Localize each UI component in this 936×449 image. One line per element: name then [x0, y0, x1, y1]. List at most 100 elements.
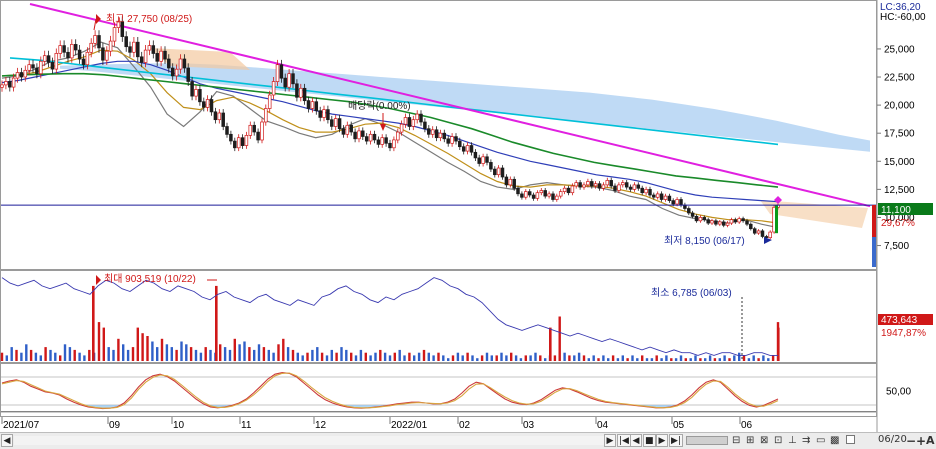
candle-body — [132, 41, 136, 53]
volume-bar — [219, 344, 222, 361]
volume-bar — [248, 347, 251, 361]
play-forward-button[interactable]: ▶ — [656, 434, 668, 447]
zoom-in-range-icon[interactable]: ⊞ — [746, 435, 754, 447]
candle-body — [229, 133, 233, 142]
volume-bar — [587, 358, 590, 361]
grid-tool-icon[interactable]: ▩ — [830, 435, 839, 447]
candle-body — [39, 60, 43, 75]
candle-body — [345, 124, 350, 135]
candle-body — [520, 193, 524, 198]
candle-body — [667, 195, 672, 201]
volume-bar — [277, 344, 280, 361]
candle-body — [283, 77, 287, 88]
volume-bar — [272, 352, 275, 361]
volume-bar — [505, 355, 508, 361]
candle-body — [601, 184, 606, 189]
candle-body — [190, 81, 194, 97]
x-tick-label: 06 — [741, 420, 753, 431]
candle-body — [586, 181, 590, 186]
candle-body — [15, 72, 20, 79]
candle-body — [714, 220, 718, 225]
scroll-track[interactable] — [14, 436, 604, 445]
fit-range-icon[interactable]: ⊡ — [774, 435, 782, 447]
candle-body — [260, 121, 264, 141]
volume-bar — [427, 352, 430, 361]
option-checkbox[interactable] — [846, 435, 855, 444]
candle-body — [302, 87, 307, 102]
candle-body — [504, 176, 509, 186]
candle-body — [182, 58, 187, 69]
candle-body — [333, 118, 338, 127]
candle-body — [0, 84, 4, 88]
volume-bar — [670, 358, 673, 361]
volume-bar — [534, 352, 537, 361]
cursor-tool-icon[interactable]: ⊥ — [788, 435, 797, 447]
volume-bar — [728, 358, 731, 361]
stop-button[interactable]: ■ — [643, 434, 656, 447]
y-tick-label: 25,000 — [884, 44, 915, 55]
candle-body — [687, 208, 691, 214]
box-tool-icon[interactable]: ▭ — [816, 435, 825, 447]
volume-bar — [340, 347, 343, 361]
scroll-left-button[interactable]: ◀ — [1, 434, 13, 447]
y-tick-label: 15,000 — [884, 157, 915, 168]
candle-body — [566, 187, 571, 194]
jump-end-button[interactable]: ▶| — [669, 434, 683, 447]
candle-body — [729, 219, 734, 224]
zoom-out-range-icon[interactable]: ⊟ — [732, 435, 740, 447]
volume-bar — [747, 358, 751, 361]
scroll-right-button[interactable]: ▶ — [604, 434, 616, 447]
candle-body — [361, 130, 365, 137]
volume-bar — [568, 355, 571, 361]
candle-body — [516, 187, 520, 195]
candle-body — [23, 69, 28, 78]
jump-start-button[interactable]: |◀ — [617, 434, 631, 447]
stock-chart[interactable]: 2021/07 09 10 11 12 2022/01 02 03 04 05 06 25,000 22… — [0, 0, 936, 449]
volume-bar — [393, 352, 396, 361]
volume-bar — [660, 358, 663, 361]
candle-body — [314, 101, 319, 112]
volume-bar — [44, 347, 47, 361]
play-back-button[interactable]: ◀ — [630, 434, 642, 447]
volume-bar — [146, 336, 149, 361]
volume-bar — [388, 355, 392, 361]
expand-tool-icon[interactable]: ⇉ — [802, 435, 810, 447]
y-tick-label: 12,500 — [884, 185, 915, 196]
volume-bar — [422, 349, 426, 361]
zoom-plus-button[interactable]: + — [916, 435, 926, 447]
candle-body — [275, 64, 280, 82]
volume-bar — [767, 358, 770, 361]
volume-bar — [354, 355, 358, 361]
candle-body — [632, 184, 637, 190]
candle-body — [539, 190, 544, 194]
candle-body — [11, 77, 16, 88]
time-scrollbar[interactable]: ◀ ▶ |◀ ◀ ■ ▶ ▶| ⊟ ⊞ ⊠ ⊡ ⊥ ⇉ ▭ ▩ 06/20 − … — [0, 432, 936, 449]
volume-bar — [34, 352, 38, 361]
volume-bar — [209, 349, 212, 361]
volume-bar — [253, 349, 256, 361]
candle-body — [423, 121, 427, 130]
reset-range-icon[interactable]: ⊠ — [760, 435, 768, 447]
zoom-minus-button[interactable]: − — [906, 435, 916, 447]
candle-body — [403, 117, 408, 125]
candle-body — [496, 167, 501, 176]
candle-body — [415, 113, 419, 121]
oscillator-panel[interactable] — [0, 363, 877, 417]
candle-body — [679, 199, 683, 206]
candle-body — [62, 45, 66, 53]
volume-bar — [170, 347, 173, 361]
candle-body — [124, 36, 128, 48]
candle-body — [741, 218, 745, 222]
candle-body — [372, 133, 377, 141]
volume-bar — [311, 349, 314, 361]
candle-body — [77, 49, 82, 60]
scroll-thumb[interactable] — [686, 436, 728, 445]
candle-body — [690, 212, 695, 217]
candle-body — [500, 167, 505, 178]
volume-bar — [233, 338, 236, 362]
auto-scale-button[interactable]: A — [926, 435, 935, 447]
volume-bar — [699, 358, 702, 361]
candle-body — [555, 195, 559, 200]
candle-body — [469, 145, 474, 153]
candle-body — [299, 87, 303, 98]
